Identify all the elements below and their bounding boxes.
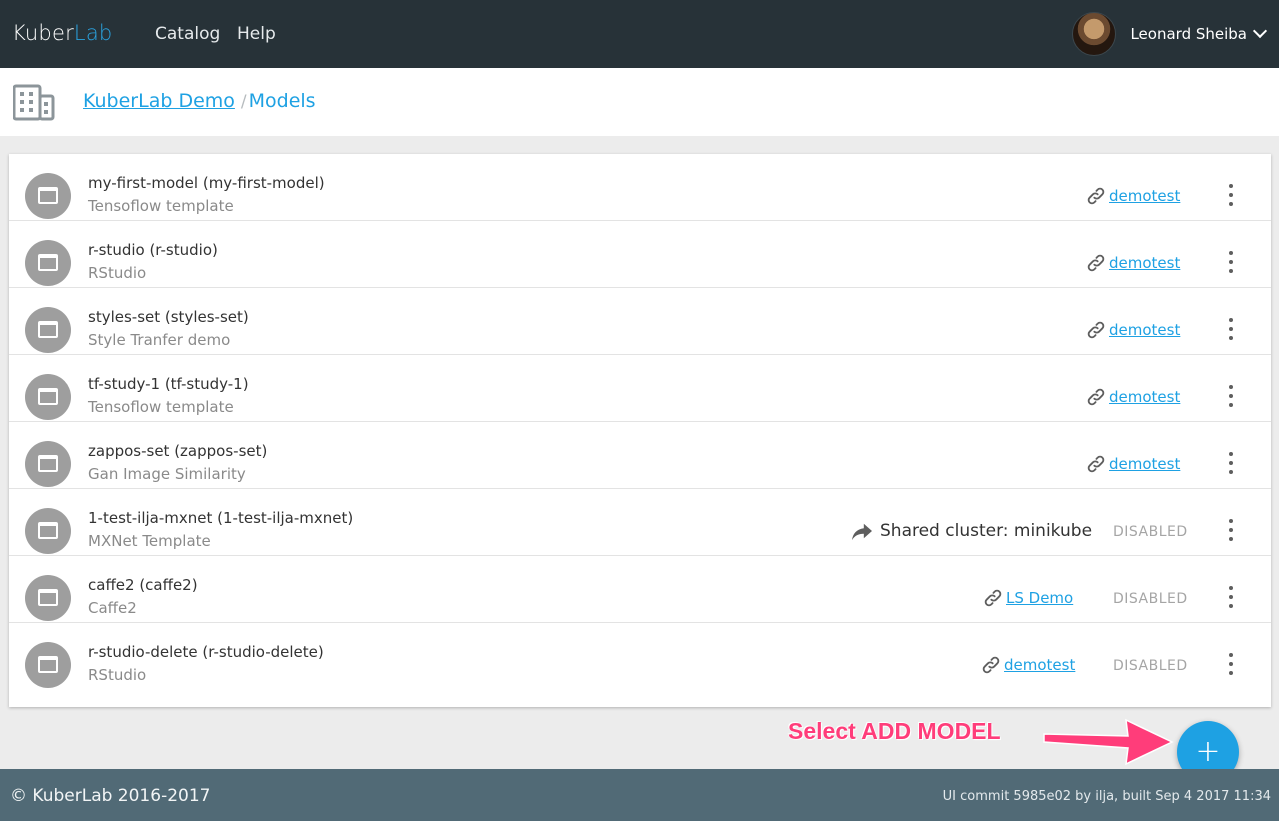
cluster-link[interactable]: demotest — [1086, 387, 1180, 407]
copyright-text: © KuberLab 2016-2017 — [10, 786, 211, 806]
cluster-link[interactable]: LS Demo — [983, 588, 1073, 608]
breadcrumb-separator: / — [240, 92, 247, 112]
status-badge: DISABLED — [1113, 524, 1188, 540]
cluster-name: Shared cluster: minikube — [880, 521, 1093, 541]
model-title: 1-test-ilja-mxnet (1-test-ilja-mxnet) — [88, 509, 354, 527]
user-menu[interactable]: Leonard Sheiba — [1072, 11, 1268, 57]
nav-catalog[interactable]: Catalog — [155, 24, 220, 44]
model-subtitle: Gan Image Similarity — [88, 465, 246, 483]
share-arrow-icon — [852, 523, 872, 541]
model-title: tf-study-1 (tf-study-1) — [88, 375, 249, 393]
brand-main: Kuber — [12, 21, 74, 45]
more-options-icon[interactable] — [1221, 184, 1241, 206]
model-row[interactable]: zappos-set (zappos-set) Gan Image Simila… — [9, 422, 1271, 489]
link-icon — [984, 589, 1002, 607]
more-options-icon[interactable] — [1221, 452, 1241, 474]
more-options-icon[interactable] — [1221, 251, 1241, 273]
model-window-icon — [25, 575, 71, 621]
link-icon — [1087, 455, 1105, 473]
cluster-name: demotest — [1109, 388, 1181, 406]
more-options-icon[interactable] — [1221, 586, 1241, 608]
model-title: styles-set (styles-set) — [88, 308, 249, 326]
model-subtitle: RStudio — [88, 666, 147, 684]
user-name: Leonard Sheiba — [1130, 25, 1247, 43]
annotation-arrow-icon — [1043, 718, 1174, 766]
more-options-icon[interactable] — [1221, 318, 1241, 340]
model-title: zappos-set (zappos-set) — [88, 442, 268, 460]
breadcrumb-bar: KuberLab Demo / Models — [0, 68, 1279, 136]
model-row[interactable]: 1-test-ilja-mxnet (1-test-ilja-mxnet) MX… — [9, 489, 1271, 556]
brand-accent: Lab — [73, 21, 113, 45]
model-title: r-studio (r-studio) — [88, 241, 218, 259]
model-row[interactable]: my-first-model (my-first-model) Tensoflo… — [9, 154, 1271, 221]
avatar — [1072, 12, 1117, 56]
breadcrumb-org-link[interactable]: KuberLab Demo — [83, 90, 235, 112]
status-badge: DISABLED — [1113, 591, 1188, 607]
link-icon — [1087, 321, 1105, 339]
model-row[interactable]: caffe2 (caffe2) Caffe2 LS Demo DISABLED — [9, 556, 1271, 623]
model-window-icon — [25, 240, 71, 286]
cluster-link[interactable]: demotest — [1086, 454, 1180, 474]
breadcrumb-current[interactable]: Models — [249, 90, 316, 112]
model-window-icon — [25, 173, 71, 219]
cluster-name: LS Demo — [1006, 589, 1074, 607]
more-options-icon[interactable] — [1221, 385, 1241, 407]
build-info: UI commit 5985e02 by ilja, built Sep 4 2… — [942, 789, 1271, 804]
cluster-name: demotest — [1004, 656, 1076, 674]
cluster-link[interactable]: demotest — [1086, 186, 1180, 206]
model-title: my-first-model (my-first-model) — [88, 174, 325, 192]
model-title: r-studio-delete (r-studio-delete) — [88, 643, 324, 661]
building-icon — [13, 84, 55, 121]
plus-icon: + — [1195, 733, 1221, 769]
model-row[interactable]: r-studio (r-studio) RStudio demotest — [9, 221, 1271, 288]
shared-cluster: Shared cluster: minikube — [851, 521, 1092, 541]
brand-logo[interactable]: KuberLab — [12, 21, 112, 45]
status-badge: DISABLED — [1113, 658, 1188, 674]
cluster-name: demotest — [1109, 455, 1181, 473]
model-subtitle: MXNet Template — [88, 532, 211, 550]
cluster-link[interactable]: demotest — [981, 655, 1075, 675]
more-options-icon[interactable] — [1221, 519, 1241, 541]
model-window-icon — [25, 642, 71, 688]
model-window-icon — [25, 441, 71, 487]
footer: © KuberLab 2016-2017 UI commit 5985e02 b… — [0, 769, 1279, 821]
annotation-label: Select ADD MODEL — [788, 718, 1001, 744]
model-title: caffe2 (caffe2) — [88, 576, 198, 594]
link-icon — [1087, 254, 1105, 272]
more-options-icon[interactable] — [1221, 653, 1241, 675]
nav-help[interactable]: Help — [237, 24, 276, 44]
model-row[interactable]: r-studio-delete (r-studio-delete) RStudi… — [9, 623, 1271, 690]
model-list: my-first-model (my-first-model) Tensoflo… — [9, 154, 1271, 707]
cluster-name: demotest — [1109, 187, 1181, 205]
model-subtitle: Tensoflow template — [88, 398, 234, 416]
link-icon — [982, 656, 1000, 674]
model-row[interactable]: styles-set (styles-set) Style Tranfer de… — [9, 288, 1271, 355]
cluster-link[interactable]: demotest — [1086, 253, 1180, 273]
cluster-name: demotest — [1109, 254, 1181, 272]
model-subtitle: Tensoflow template — [88, 197, 234, 215]
link-icon — [1087, 187, 1105, 205]
model-subtitle: Style Tranfer demo — [88, 331, 231, 349]
cluster-link[interactable]: demotest — [1086, 320, 1180, 340]
model-subtitle: RStudio — [88, 264, 147, 282]
chevron-down-icon — [1252, 23, 1268, 39]
cluster-name: demotest — [1109, 321, 1181, 339]
link-icon — [1087, 388, 1105, 406]
model-window-icon — [25, 508, 71, 554]
breadcrumb: KuberLab Demo / Models — [83, 90, 316, 112]
model-window-icon — [25, 374, 71, 420]
model-window-icon — [25, 307, 71, 353]
top-navbar: KuberLab Catalog Help Leonard Sheiba — [0, 0, 1279, 68]
model-row[interactable]: tf-study-1 (tf-study-1) Tensoflow templa… — [9, 355, 1271, 422]
model-subtitle: Caffe2 — [88, 599, 137, 617]
